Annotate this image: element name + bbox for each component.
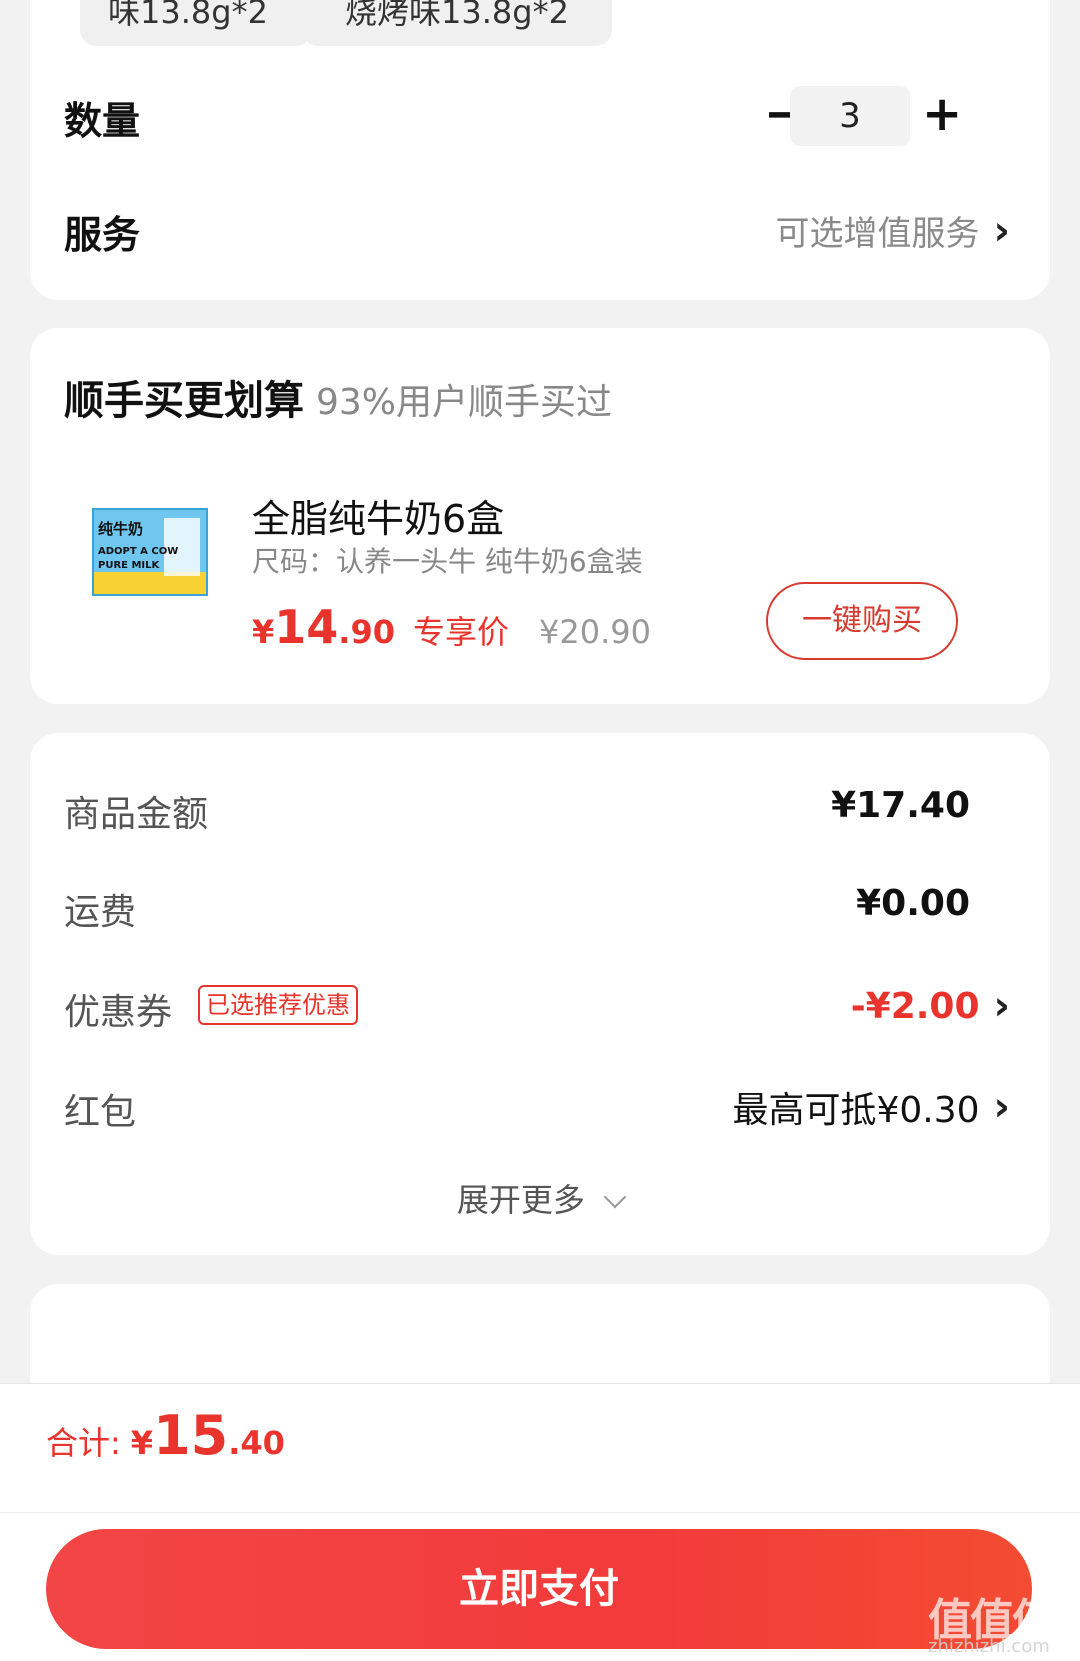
product-price-currency: ¥ xyxy=(252,613,275,651)
product-price-row: ¥ 14 .90 专享价 ¥20.90 xyxy=(252,600,651,654)
shipping-label: 运费 xyxy=(64,892,137,933)
options-card: 味13.8g*2 烧烤味13.8g*2 数量 − 3 + 服务 可选增值服务 › xyxy=(30,0,1050,300)
product-image-en-text-2: PURE MILK xyxy=(98,560,160,571)
redpack-label: 红包 xyxy=(64,1092,137,1133)
quantity-plus-button[interactable]: + xyxy=(922,84,962,144)
chevron-right-icon: › xyxy=(993,1084,1010,1130)
quantity-input[interactable]: 3 xyxy=(790,86,910,146)
service-value: 可选增值服务 xyxy=(775,214,980,254)
chevron-right-icon: › xyxy=(993,207,1010,254)
one-click-buy-button[interactable]: 一键购买 xyxy=(766,582,958,660)
total-row: 合计: ¥ 15 .40 xyxy=(46,1404,285,1467)
pay-now-button[interactable]: 立即支付 xyxy=(46,1529,1032,1649)
variant-chip-2[interactable]: 烧烤味13.8g*2 xyxy=(302,0,612,46)
coupon-value: -¥2.00 xyxy=(850,985,980,1027)
expand-more-button[interactable]: 展开更多 xyxy=(30,1175,1050,1221)
variant-chip-1[interactable]: 味13.8g*2 xyxy=(80,0,312,46)
product-name[interactable]: 全脂纯牛奶6盒 xyxy=(252,488,504,543)
total-int: 15 xyxy=(153,1404,229,1467)
service-selector[interactable]: 可选增值服务 › xyxy=(776,206,1010,255)
variant-chip-1-label: 味13.8g*2 xyxy=(108,0,268,31)
redpack-value: 最高可抵¥0.30 xyxy=(732,1090,980,1131)
addon-card: 顺手买更划算 93%用户顺手买过 纯牛奶 ADOPT A COW PURE MI… xyxy=(30,328,1050,704)
product-price-tag: 专享价 xyxy=(412,613,509,651)
chevron-down-icon xyxy=(603,1185,627,1209)
product-price-dec: .90 xyxy=(338,613,395,651)
goods-amount-label: 商品金额 xyxy=(64,794,209,835)
product-original-price: ¥20.90 xyxy=(538,613,651,651)
product-spec: 尺码：认养一头牛 纯牛奶6盒装 xyxy=(252,545,643,578)
coupon-label: 优惠券 xyxy=(64,992,173,1033)
quantity-label: 数量 xyxy=(64,99,141,143)
shipping-value: ¥0.00 xyxy=(856,883,970,924)
watermark-site: zhizhizhi.com xyxy=(928,1636,1050,1657)
coupon-selector[interactable]: -¥2.00 › xyxy=(851,983,1010,1029)
expand-more-label: 展开更多 xyxy=(456,1181,585,1219)
product-image[interactable]: 纯牛奶 ADOPT A COW PURE MILK xyxy=(92,508,208,596)
product-image-cn-text: 纯牛奶 xyxy=(98,520,144,538)
variant-chip-2-label: 烧烤味13.8g*2 xyxy=(345,0,569,31)
product-price-int: 14 xyxy=(274,600,339,654)
redpack-selector[interactable]: 最高可抵¥0.30 › xyxy=(732,1081,1010,1133)
total-label: 合计: xyxy=(46,1424,121,1462)
addon-header: 顺手买更划算 93%用户顺手买过 xyxy=(64,368,612,426)
checkout-footer: 合计: ¥ 15 .40 立即支付 值值值 zhizhizhi.com xyxy=(0,1383,1080,1661)
coupon-selected-badge: 已选推荐优惠 xyxy=(198,985,358,1025)
summary-card: 商品金额 ¥17.40 运费 ¥0.00 优惠券 已选推荐优惠 -¥2.00 ›… xyxy=(30,733,1050,1255)
service-label: 服务 xyxy=(64,213,141,257)
goods-amount-value: ¥17.40 xyxy=(831,785,970,826)
addon-title: 顺手买更划算 xyxy=(64,378,304,424)
chevron-right-icon: › xyxy=(993,983,1010,1029)
addon-subtitle: 93%用户顺手买过 xyxy=(316,382,613,423)
footer-divider xyxy=(0,1512,1080,1513)
total-dec: .40 xyxy=(228,1424,285,1462)
product-image-en-text-1: ADOPT A COW xyxy=(98,546,179,557)
total-currency: ¥ xyxy=(130,1424,154,1462)
